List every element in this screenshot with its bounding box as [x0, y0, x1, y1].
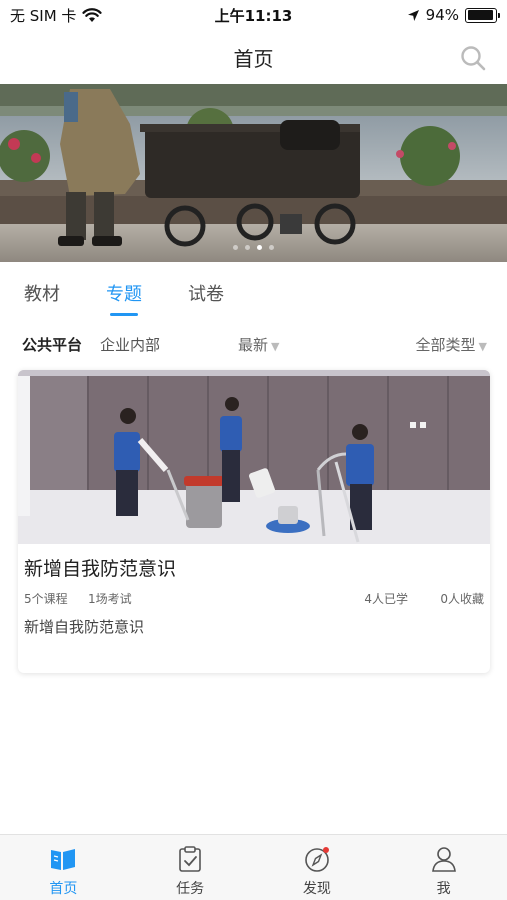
bottom-tab-bar: 首页 任务 发现 我 [0, 834, 507, 900]
type-dropdown[interactable]: 全部类型 ▼ [416, 334, 487, 355]
carousel-dot[interactable] [245, 245, 250, 250]
type-label: 全部类型 [415, 335, 476, 354]
tab-discover-label: 发现 [302, 881, 331, 897]
favorite-count: 0人收藏 [440, 592, 484, 606]
carousel-dots [0, 245, 507, 250]
tab-task-label: 任务 [176, 881, 205, 897]
tab-me[interactable]: 我 [380, 835, 507, 900]
sort-dropdown[interactable]: 最新 ▼ [238, 334, 279, 355]
sort-label: 最新 [238, 335, 269, 354]
carousel-dot[interactable] [233, 245, 238, 250]
carousel-dot[interactable] [269, 245, 274, 250]
tab-topic[interactable]: 专题 [106, 262, 142, 324]
caret-down-icon: ▼ [271, 339, 280, 353]
status-right: 94% [407, 6, 500, 24]
filter-bar: 公共平台 企业内部 最新 ▼ 全部类型 ▼ [0, 324, 507, 364]
tab-me-label: 我 [436, 881, 451, 897]
category-tabs: 教材 专题 试卷 [0, 262, 507, 324]
topic-description: 新增自我防范意识 [24, 618, 145, 636]
status-bar: 无 SIM 卡 上午11:13 94% [0, 0, 507, 30]
nav-bar: 首页 [0, 30, 507, 84]
tab-home[interactable]: 首页 [0, 835, 127, 900]
carousel-dot-active[interactable] [257, 245, 262, 250]
page-title: 首页 [233, 46, 274, 71]
task-clipboard-icon [179, 846, 201, 872]
banner-carousel[interactable] [0, 84, 507, 262]
carrier-label: 无 SIM 卡 [10, 6, 77, 25]
wifi-icon [82, 7, 103, 22]
battery-fill [467, 10, 493, 20]
tab-task[interactable]: 任务 [127, 835, 254, 900]
search-icon[interactable] [459, 44, 487, 72]
battery-icon [465, 7, 500, 23]
status-left: 无 SIM 卡 [10, 5, 103, 26]
exam-count: 1场考试 [88, 592, 132, 606]
tab-home-label: 首页 [49, 881, 78, 897]
book-icon [51, 849, 76, 870]
course-count: 5个课程 [24, 592, 68, 606]
filter-internal[interactable]: 企业内部 [100, 334, 160, 355]
tab-exam-paper[interactable]: 试卷 [188, 262, 224, 324]
location-arrow-icon [407, 9, 419, 21]
banner-image [0, 84, 507, 262]
filter-public-platform[interactable]: 公共平台 [22, 334, 82, 355]
caret-down-icon: ▼ [478, 339, 487, 353]
tab-textbook[interactable]: 教材 [24, 262, 60, 324]
topic-cover-image [18, 370, 490, 544]
learned-count: 4人已学 [364, 592, 408, 606]
tab-discover[interactable]: 发现 [254, 835, 381, 900]
topic-card[interactable]: 新增自我防范意识 5个课程 1场考试 4人已学 0人收藏 新增自我防范意识 [18, 370, 490, 673]
topic-meta: 5个课程 1场考试 4人已学 0人收藏 [24, 590, 484, 606]
compass-icon [305, 847, 329, 872]
user-icon [431, 847, 456, 872]
battery-percent: 94% [425, 6, 459, 24]
topic-title: 新增自我防范意识 [24, 558, 177, 580]
